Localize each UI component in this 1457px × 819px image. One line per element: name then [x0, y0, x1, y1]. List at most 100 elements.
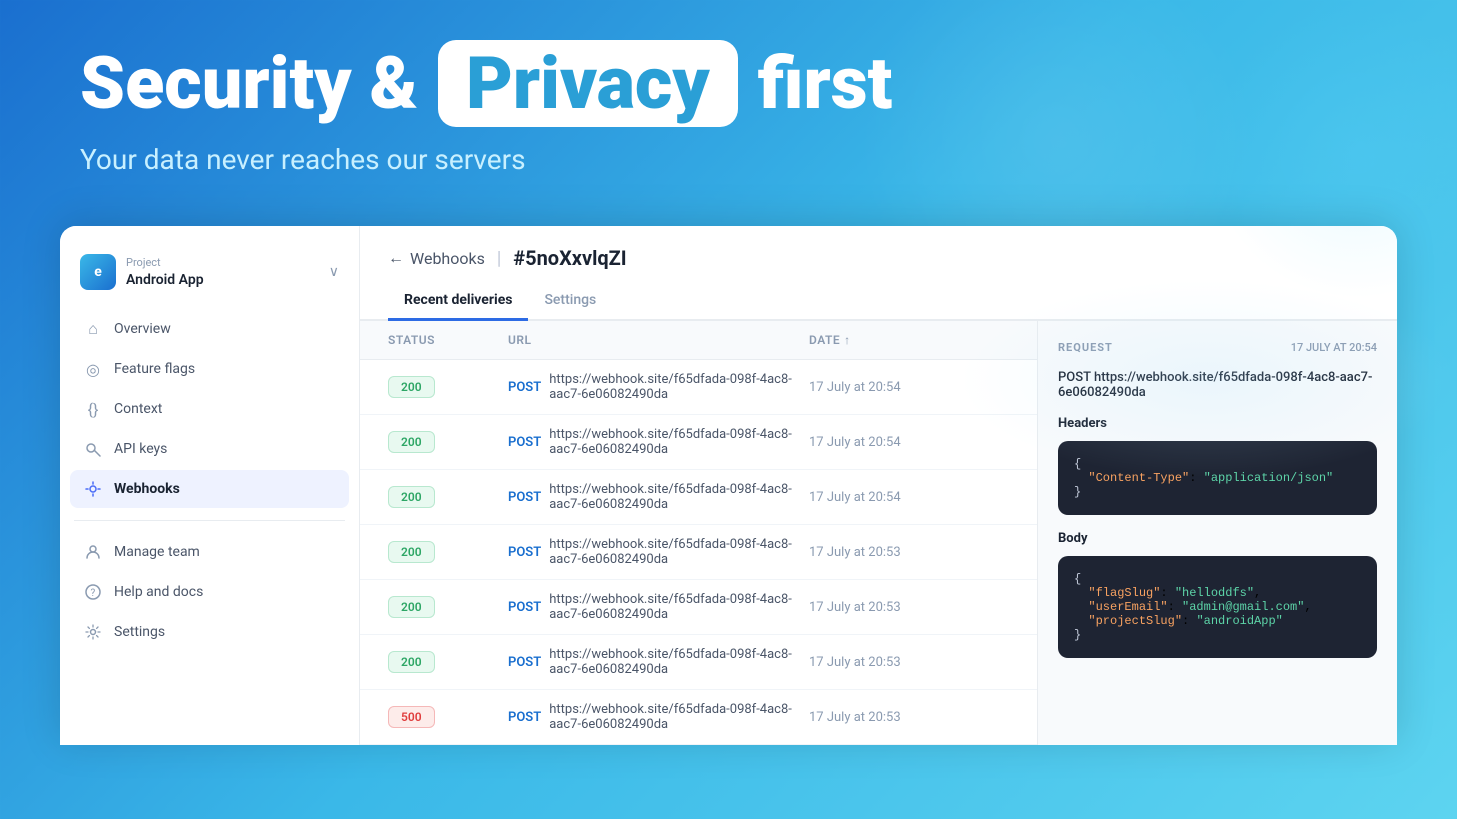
- status-badge: 200: [388, 541, 435, 563]
- status-cell: 200: [388, 596, 508, 618]
- table-row[interactable]: 200 POST https://webhook.site/f65dfada-0…: [360, 525, 1037, 580]
- hero-title: Security & Privacy first: [80, 40, 1377, 127]
- table-row[interactable]: 200 POST https://webhook.site/f65dfada-0…: [360, 360, 1037, 415]
- hero-section: Security & Privacy first Your data never…: [0, 0, 1457, 226]
- context-icon: {}: [84, 400, 102, 418]
- method-tag: POST: [508, 545, 541, 560]
- separator: |: [497, 248, 501, 269]
- url-text: https://webhook.site/f65dfada-098f-4ac8-…: [549, 647, 809, 677]
- status-badge: 200: [388, 376, 435, 398]
- url-text: https://webhook.site/f65dfada-098f-4ac8-…: [549, 592, 809, 622]
- tab-settings[interactable]: Settings: [528, 282, 612, 321]
- status-cell: 500: [388, 706, 508, 728]
- hero-subtitle: Your data never reaches our servers: [80, 143, 1377, 176]
- hero-title-part2: first: [758, 44, 893, 123]
- status-badge: 500: [388, 706, 435, 728]
- table-row[interactable]: 200 POST https://webhook.site/f65dfada-0…: [360, 470, 1037, 525]
- status-badge: 200: [388, 431, 435, 453]
- sidebar-nav: ⌂ Overview ◎ Feature flags {} Context AP…: [60, 310, 359, 508]
- sidebar-item-overview[interactable]: ⌂ Overview: [70, 310, 349, 348]
- body-label: Body: [1058, 531, 1377, 546]
- tabs: Recent deliveries Settings: [360, 282, 1397, 321]
- back-arrow-icon: ←: [388, 248, 404, 268]
- status-cell: 200: [388, 376, 508, 398]
- url-cell: POST https://webhook.site/f65dfada-098f-…: [508, 592, 809, 622]
- sidebar-bottom: Manage team ? Help and docs: [60, 533, 359, 651]
- panel-date: 17 JULY AT 20:54: [1291, 341, 1377, 354]
- sidebar-item-label: Webhooks: [114, 481, 180, 497]
- deliveries-table: Status Url Date ↑ 200 POST https://webho…: [360, 321, 1037, 745]
- sidebar-item-label: Settings: [114, 624, 165, 640]
- panel-header: REQUEST 17 JULY AT 20:54: [1058, 341, 1377, 354]
- method-tag: POST: [508, 710, 541, 725]
- hero-title-part1: Security &: [80, 44, 418, 123]
- url-text: https://webhook.site/f65dfada-098f-4ac8-…: [549, 372, 809, 402]
- date-cell: 17 July at 20:53: [809, 710, 1009, 725]
- sidebar-item-context[interactable]: {} Context: [70, 390, 349, 428]
- status-badge: 200: [388, 651, 435, 673]
- date-cell: 17 July at 20:53: [809, 545, 1009, 560]
- svg-text:?: ?: [91, 588, 96, 599]
- body-code-block: { "flagSlug": "helloddfs", "userEmail": …: [1058, 556, 1377, 658]
- sidebar-item-webhooks[interactable]: Webhooks: [70, 470, 349, 508]
- project-info: Project Android App: [126, 256, 329, 288]
- webhook-icon: [84, 480, 102, 498]
- project-logo: e: [80, 254, 116, 290]
- sidebar-item-settings[interactable]: Settings: [70, 613, 349, 651]
- url-text: https://webhook.site/f65dfada-098f-4ac8-…: [549, 702, 809, 732]
- url-cell: POST https://webhook.site/f65dfada-098f-…: [508, 427, 809, 457]
- status-badge: 200: [388, 486, 435, 508]
- table-row[interactable]: 200 POST https://webhook.site/f65dfada-0…: [360, 580, 1037, 635]
- privacy-badge: Privacy: [438, 40, 738, 127]
- col-url: Url: [508, 333, 809, 347]
- status-cell: 200: [388, 431, 508, 453]
- url-cell: POST https://webhook.site/f65dfada-098f-…: [508, 647, 809, 677]
- date-cell: 17 July at 20:53: [809, 600, 1009, 615]
- table-row[interactable]: 500 POST https://webhook.site/f65dfada-0…: [360, 690, 1037, 745]
- flag-icon: ◎: [84, 360, 102, 378]
- sidebar-item-manage-team[interactable]: Manage team: [70, 533, 349, 571]
- method-tag: POST: [508, 435, 541, 450]
- url-cell: POST https://webhook.site/f65dfada-098f-…: [508, 537, 809, 567]
- settings-icon: [84, 623, 102, 641]
- date-cell: 17 July at 20:53: [809, 655, 1009, 670]
- sidebar-item-help-docs[interactable]: ? Help and docs: [70, 573, 349, 611]
- url-cell: POST https://webhook.site/f65dfada-098f-…: [508, 482, 809, 512]
- url-text: https://webhook.site/f65dfada-098f-4ac8-…: [549, 537, 809, 567]
- table-header: Status Url Date ↑: [360, 321, 1037, 360]
- sidebar-item-label: API keys: [114, 441, 167, 457]
- panel-label: REQUEST: [1058, 341, 1113, 354]
- team-icon: [84, 543, 102, 561]
- webhooks-header: ← Webhooks | #5noXxvlqZI: [360, 226, 1397, 270]
- sidebar-item-label: Overview: [114, 321, 171, 337]
- sidebar-item-label: Help and docs: [114, 584, 203, 600]
- project-selector[interactable]: e Project Android App ∨: [60, 242, 359, 302]
- sort-icon: ↑: [844, 333, 851, 347]
- tab-recent-deliveries[interactable]: Recent deliveries: [388, 282, 528, 321]
- method-tag: POST: [508, 490, 541, 505]
- headers-code-block: { "Content-Type": "application/json" }: [1058, 441, 1377, 515]
- sidebar-item-api-keys[interactable]: API keys: [70, 430, 349, 468]
- project-name: Android App: [126, 272, 204, 288]
- sidebar-divider: [74, 520, 345, 521]
- app-window: e Project Android App ∨ ⌂ Overview ◎ Fea…: [60, 226, 1397, 745]
- col-status: Status: [388, 333, 508, 347]
- method-tag: POST: [508, 655, 541, 670]
- back-to-webhooks[interactable]: ← Webhooks: [388, 248, 485, 268]
- sidebar-item-feature-flags[interactable]: ◎ Feature flags: [70, 350, 349, 388]
- chevron-down-icon: ∨: [329, 264, 339, 280]
- webhook-id: #5noXxvlqZI: [513, 246, 626, 270]
- headers-label: Headers: [1058, 416, 1377, 431]
- date-cell: 17 July at 20:54: [809, 490, 1009, 505]
- request-panel: REQUEST 17 JULY AT 20:54 POST https://we…: [1037, 321, 1397, 745]
- col-date[interactable]: Date ↑: [809, 333, 1009, 347]
- panel-url: POST https://webhook.site/f65dfada-098f-…: [1058, 370, 1377, 400]
- table-row[interactable]: 200 POST https://webhook.site/f65dfada-0…: [360, 415, 1037, 470]
- date-cell: 17 July at 20:54: [809, 435, 1009, 450]
- table-row[interactable]: 200 POST https://webhook.site/f65dfada-0…: [360, 635, 1037, 690]
- status-badge: 200: [388, 596, 435, 618]
- url-text: https://webhook.site/f65dfada-098f-4ac8-…: [549, 427, 809, 457]
- url-text: https://webhook.site/f65dfada-098f-4ac8-…: [549, 482, 809, 512]
- status-cell: 200: [388, 486, 508, 508]
- back-label: Webhooks: [410, 249, 485, 268]
